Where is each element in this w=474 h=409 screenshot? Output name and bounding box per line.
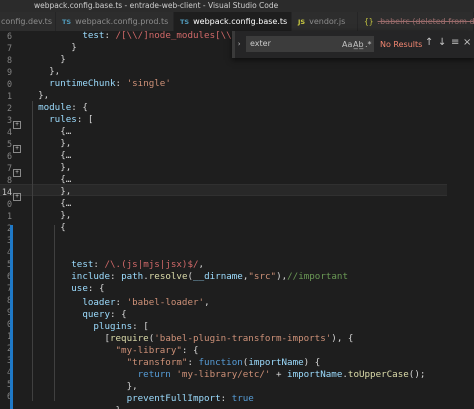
line-number: 6 [6,151,12,161]
window-title: webpack.config.base.ts - entrade-web-cli… [0,0,474,12]
line-number: 8 [6,175,12,185]
code-line: test: /\.(js|mjs|jsx)$/, [71,259,205,270]
match-case-toggle[interactable]: Aa [342,40,352,49]
code-line: preventFullImport: true [126,393,254,404]
tab-vendor-js[interactable]: JS vendor.js [292,12,358,31]
code-line: {… [27,174,72,185]
tab-label: vendor.js [309,17,346,26]
code-line: return 'my-library/etc/' + importName.to… [137,369,426,380]
expand-fold-icon[interactable]: + [13,145,21,153]
code-line: } [27,42,77,53]
next-match-arrow-icon[interactable]: ↓ [438,37,446,48]
close-find-widget-icon[interactable]: × [463,37,471,48]
code-line: } [27,54,66,65]
expand-fold-icon[interactable]: + [13,193,21,201]
code-line: include: path.resolve(__dirname,"src"),/… [71,271,348,282]
tab-webpack-config-prod[interactable]: TS webpack.config.prod.ts [56,12,174,31]
find-in-selection-icon[interactable]: ≡ [451,37,459,48]
tab-config-dev[interactable]: config.dev.ts [0,12,56,31]
code-line: } [27,405,122,409]
toggle-replace-chevron-icon[interactable]: › [237,40,241,48]
code-line: module: { [38,102,88,113]
code-line: }, [27,186,72,197]
vscode-window: webpack.config.base.ts - entrade-web-cli… [0,0,474,409]
tab-babelrc[interactable]: {} .babelrc (deleted from disk) [358,12,474,31]
line-number: 0 [6,199,12,209]
editor-tab-bar: config.dev.ts TS webpack.config.prod.ts … [0,12,474,31]
tab-label: webpack.config.prod.ts [75,17,169,26]
tab-webpack-config-base[interactable]: TS webpack.config.base.ts × [174,12,299,31]
code-line: loader: 'babel-loader', [82,297,210,308]
code-line: }, [27,66,61,77]
code-line: }, [27,210,72,221]
line-number: 7 [6,43,12,53]
expand-fold-icon[interactable]: + [13,169,21,177]
code-lines: test: /[\\/]node_modules[\\/](? } } }, r… [27,31,474,409]
typescript-file-icon: TS [180,17,190,26]
find-widget-resize-edge[interactable] [232,31,235,58]
code-line: }, [27,138,72,149]
git-modified-gutter-bar [10,225,13,409]
line-number: 1 [6,91,12,101]
line-number: 0 [6,79,12,89]
find-widget: › exter Aa A̲b̲ .* No Results ↑ ↓ ≡ × [232,31,474,58]
line-number: 8 [6,55,12,65]
code-line: plugins: [ [93,321,149,332]
code-line: "transform": function(importName) { [126,357,321,368]
code-editor[interactable]: 6 7 8 9 0 1 2 3 4 5 6 7 8 14 0 1 2 3 4 5… [0,31,474,409]
code-line: [require('babel-plugin-transform-imports… [27,333,354,344]
find-result-count: No Results [380,40,423,49]
code-line: {… [27,126,72,137]
code-line: { [27,222,66,233]
tab-label: .babelrc (deleted from disk) [377,17,474,26]
code-line: }, [27,162,72,173]
expand-fold-icon[interactable]: + [13,121,21,129]
line-number: 1 [6,211,12,221]
code-line: test: /[\\/]node_modules[\\/](? [82,31,254,41]
code-line: use: { [71,283,105,294]
line-number: 2 [6,103,12,113]
line-number: 4 [6,127,12,137]
line-number: 3 [6,115,12,125]
code-line: }, [27,90,50,101]
tab-label: config.dev.ts [1,17,52,26]
match-whole-word-toggle[interactable]: A̲b̲ [353,40,364,49]
line-number: 7 [6,163,12,173]
code-line: "my-library": { [115,345,199,356]
code-line: query: { [82,309,127,320]
use-regex-toggle[interactable]: .* [365,40,372,49]
tab-label: webpack.config.base.ts [193,17,288,26]
previous-match-arrow-icon[interactable]: ↑ [425,37,433,48]
code-line: runtimeChunk: 'single' [49,78,171,89]
config-file-icon: {} [364,17,374,26]
typescript-file-icon: TS [62,17,72,26]
line-number: 5 [6,139,12,149]
fold-gutter: + + + + [13,31,23,409]
code-line: rules: [ [49,114,94,125]
line-number: 9 [6,67,12,77]
code-line: {… [27,198,72,209]
code-line: }, [27,381,138,392]
code-line: {… [27,150,72,161]
line-number-current: 14 [1,187,12,197]
line-number: 6 [6,31,12,41]
javascript-file-icon: JS [298,17,306,26]
